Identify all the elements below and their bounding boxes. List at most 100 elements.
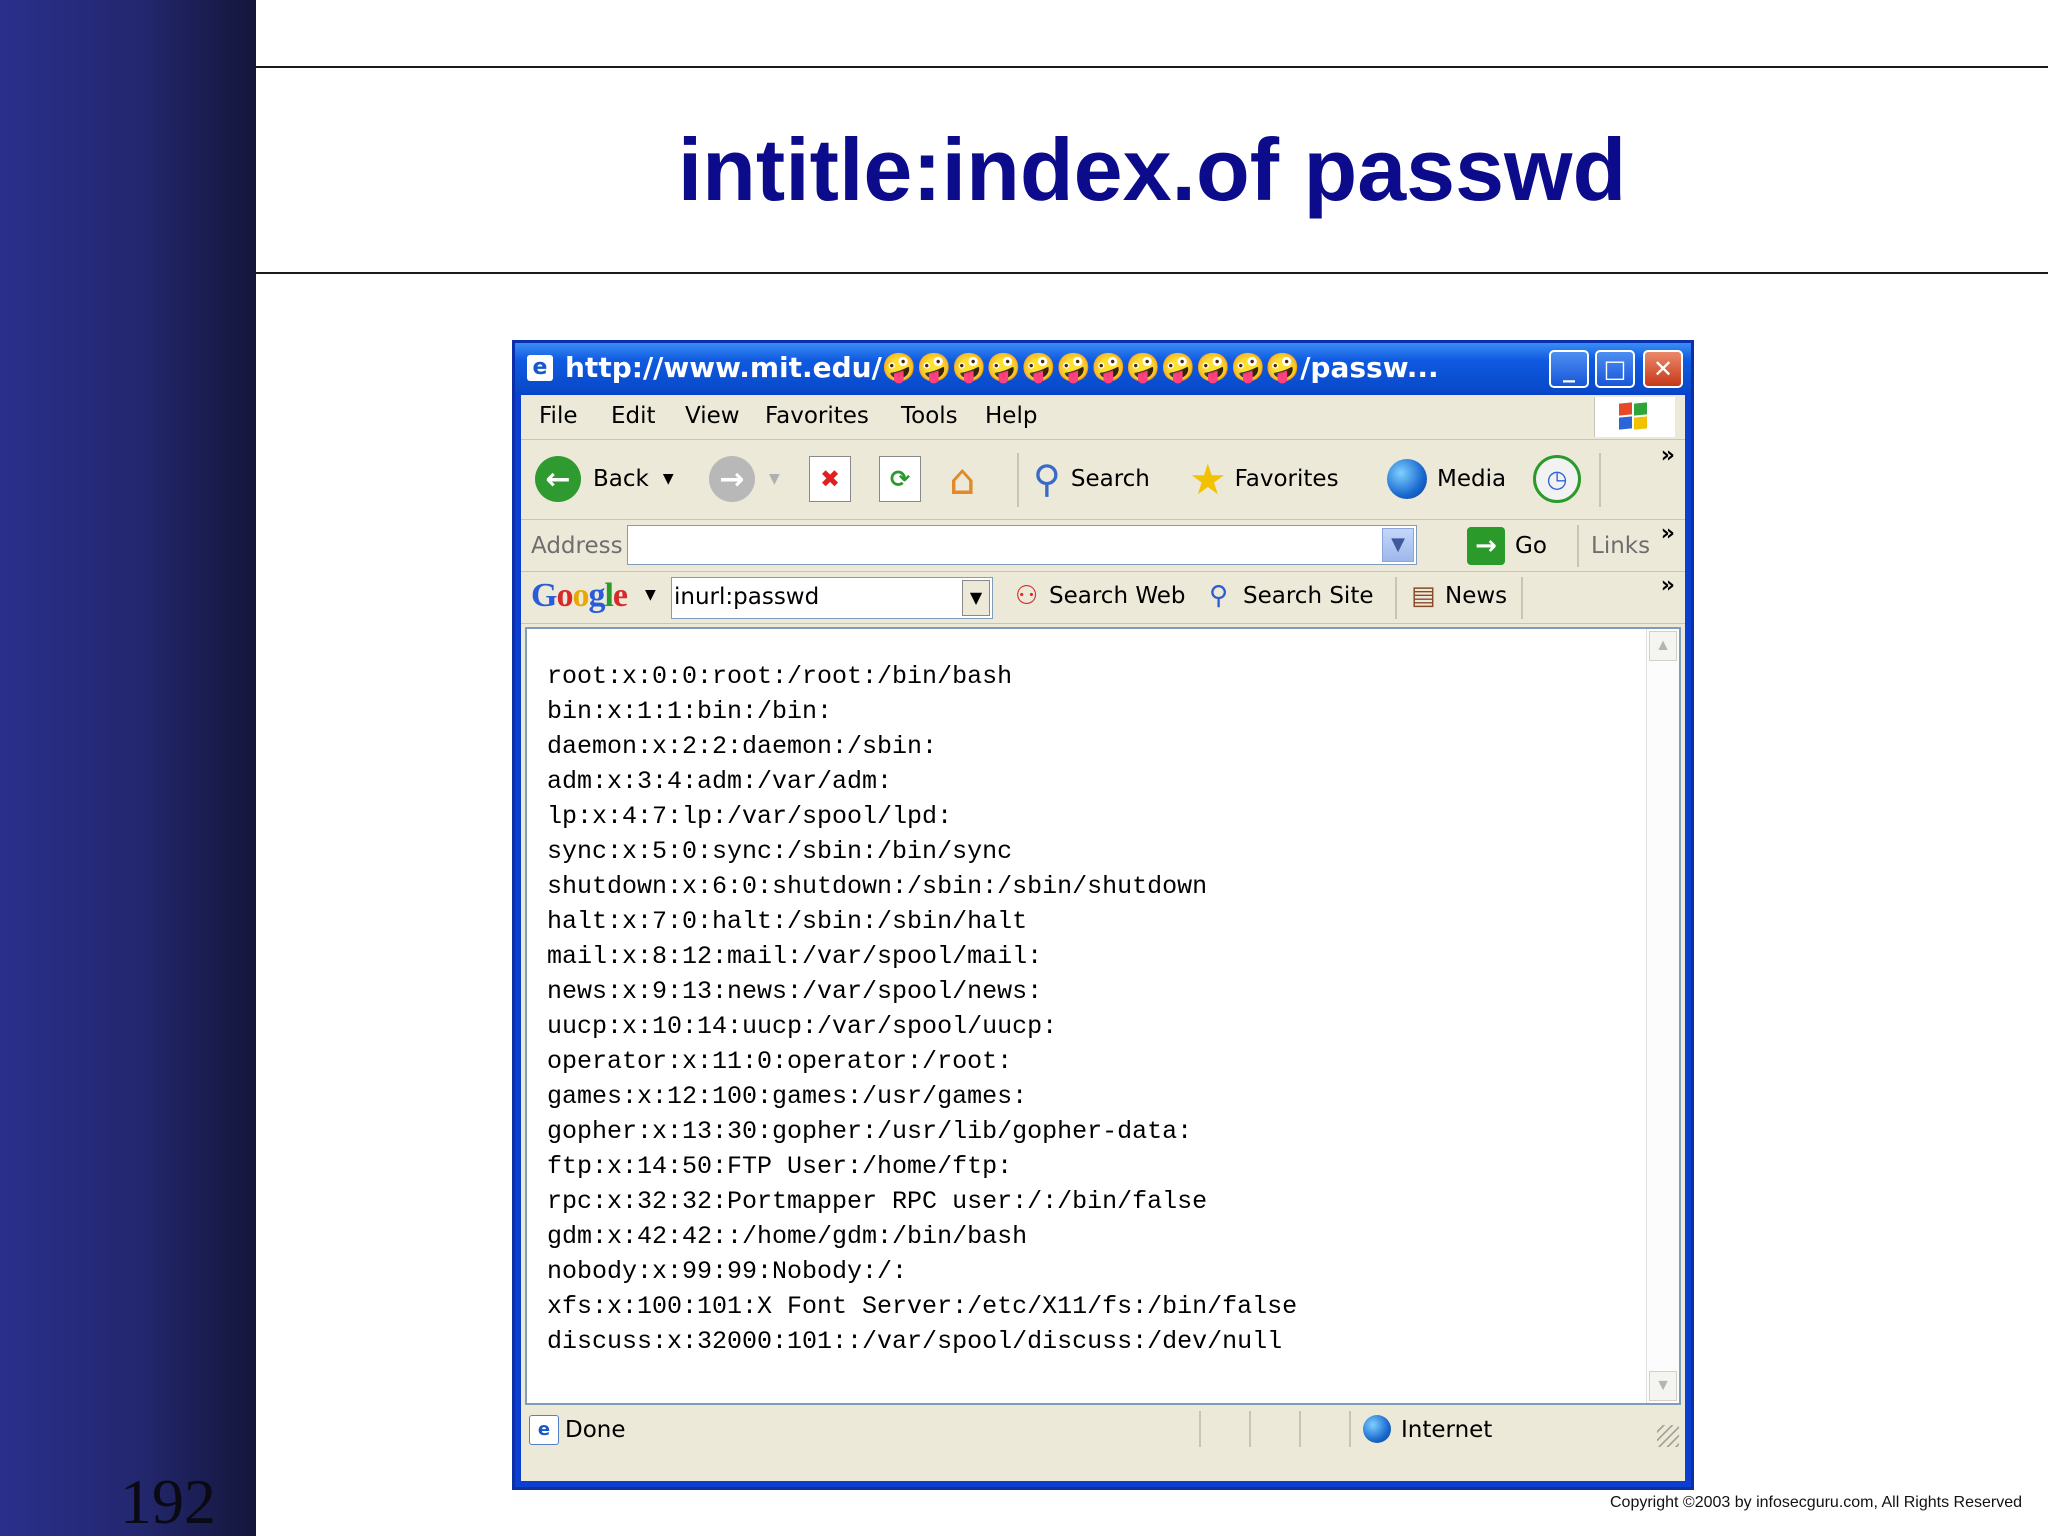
maximize-button[interactable]: □ <box>1595 350 1635 388</box>
toolbar-separator <box>1017 453 1019 507</box>
passwd-line: root:x:0:0:root:/root:/bin/bash <box>547 662 1013 691</box>
passwd-line: daemon:x:2:2:daemon:/sbin: <box>547 732 938 761</box>
page-content: root:x:0:0:root:/root:/bin/bash bin:x:1:1… <box>525 627 1681 1405</box>
passwd-line: discuss:x:32000:101::/var/spool/discuss:… <box>547 1327 1283 1356</box>
address-dropdown-icon[interactable]: ▼ <box>1382 528 1414 562</box>
back-button[interactable]: ← Back ▼ <box>535 451 674 507</box>
google-query-dropdown-icon[interactable]: ▼ <box>962 580 990 616</box>
google-search-input[interactable]: ▼ <box>671 577 993 619</box>
browser-window: e http://www.mit.edu/🤪🤪🤪🤪🤪🤪🤪🤪🤪🤪🤪🤪/passw.… <box>512 340 1694 1490</box>
home-icon: ⌂ <box>949 454 976 504</box>
go-button[interactable]: Go <box>1515 533 1547 559</box>
title-rule-bottom <box>256 272 2048 274</box>
scroll-down-icon[interactable]: ▼ <box>1649 1371 1677 1401</box>
toolbar-more-chevron[interactable]: » <box>1661 443 1675 468</box>
title-rule-top <box>256 66 2048 68</box>
media-button[interactable]: Media <box>1387 451 1506 507</box>
window-title: http://www.mit.edu/🤪🤪🤪🤪🤪🤪🤪🤪🤪🤪🤪🤪/passw... <box>565 351 1439 384</box>
forward-dropdown-icon[interactable]: ▼ <box>769 471 780 487</box>
forward-button[interactable]: → ▼ <box>709 451 780 507</box>
passwd-line: halt:x:7:0:halt:/sbin:/sbin/halt <box>547 907 1028 936</box>
windows-logo <box>1594 397 1675 437</box>
go-arrow-icon[interactable]: → <box>1467 527 1505 565</box>
passwd-line: nobody:x:99:99:Nobody:/: <box>547 1257 908 1286</box>
search-button[interactable]: ⚲ Search <box>1033 451 1150 507</box>
internet-zone-icon <box>1363 1415 1391 1443</box>
back-dropdown-icon[interactable]: ▼ <box>663 471 674 487</box>
security-zone-label: Internet <box>1401 1417 1493 1443</box>
window-titlebar[interactable]: e http://www.mit.edu/🤪🤪🤪🤪🤪🤪🤪🤪🤪🤪🤪🤪/passw.… <box>515 343 1691 393</box>
windows-flag-icon <box>1619 402 1649 431</box>
news-button[interactable]: ▤ News <box>1411 581 1507 611</box>
passwd-line: gopher:x:13:30:gopher:/usr/lib/gopher-da… <box>547 1117 1193 1146</box>
search-site-button[interactable]: ⚲ Search Site <box>1209 581 1374 611</box>
google-query-field[interactable] <box>674 584 944 610</box>
media-label: Media <box>1437 466 1507 492</box>
menu-view[interactable]: View <box>685 403 740 429</box>
close-button[interactable]: ✕ <box>1643 350 1683 388</box>
menu-help[interactable]: Help <box>985 403 1037 429</box>
refresh-button[interactable]: ⟳ <box>879 451 921 507</box>
passwd-line: gdm:x:42:42::/home/gdm:/bin/bash <box>547 1222 1028 1251</box>
address-separator <box>1577 525 1579 567</box>
resize-grip[interactable] <box>1657 1425 1679 1447</box>
passwd-line: adm:x:3:4:adm:/var/adm: <box>547 767 893 796</box>
google-more-chevron[interactable]: » <box>1661 573 1675 598</box>
back-label: Back <box>593 466 649 492</box>
menu-favorites[interactable]: Favorites <box>765 403 869 429</box>
browser-client: File Edit View Favorites Tools Help ← Ba… <box>521 395 1685 1481</box>
passwd-line: bin:x:1:1:bin:/bin: <box>547 697 833 726</box>
status-bar: e Done Internet <box>521 1407 1685 1451</box>
passwd-line: xfs:x:100:101:X Font Server:/etc/X11/fs:… <box>547 1292 1298 1321</box>
status-separator <box>1299 1411 1301 1447</box>
google-toolbar: Google ▼ ▼ ⚇ Search Web ⚲ Search Site ▤ … <box>521 573 1685 624</box>
passwd-line: news:x:9:13:news:/var/spool/news: <box>547 977 1043 1006</box>
slide-number: 192 <box>120 1466 216 1537</box>
history-button[interactable]: ◷ <box>1533 451 1581 507</box>
menu-tools[interactable]: Tools <box>901 403 958 429</box>
search-web-button[interactable]: ⚇ Search Web <box>1015 581 1185 611</box>
toolbar-separator <box>1599 453 1601 507</box>
vertical-scrollbar[interactable]: ▲ ▼ <box>1646 629 1679 1403</box>
links-label[interactable]: Links <box>1591 533 1650 559</box>
copyright-notice: Copyright ©2003 by infosecguru.com, All … <box>1610 1494 2022 1511</box>
address-bar: Address ▼ → Go Links » <box>521 521 1685 572</box>
passwd-line: operator:x:11:0:operator:/root: <box>547 1047 1013 1076</box>
menu-file[interactable]: File <box>539 403 578 429</box>
favorites-button[interactable]: ★ Favorites <box>1189 451 1339 507</box>
stop-button[interactable]: ✖ <box>809 451 851 507</box>
forward-arrow-icon: → <box>709 456 755 502</box>
passwd-file-text: root:x:0:0:root:/root:/bin/bash bin:x:1:1… <box>547 659 1297 1359</box>
slide-title: intitle:index.of passwd <box>677 120 1627 219</box>
search-label: Search <box>1070 466 1150 492</box>
passwd-line: mail:x:8:12:mail:/var/spool/mail: <box>547 942 1043 971</box>
passwd-line: rpc:x:32:32:Portmapper RPC user:/:/bin/f… <box>547 1187 1208 1216</box>
home-button[interactable]: ⌂ <box>949 451 976 507</box>
back-arrow-icon: ← <box>535 456 581 502</box>
passwd-line: shutdown:x:6:0:shutdown:/sbin:/sbin/shut… <box>547 872 1208 901</box>
menu-edit[interactable]: Edit <box>611 403 656 429</box>
search-magnifier-icon: ⚲ <box>1033 457 1061 501</box>
slide-sidebar <box>0 0 256 1536</box>
google-menu-dropdown-icon[interactable]: ▼ <box>645 587 656 603</box>
history-clock-icon: ◷ <box>1533 455 1581 503</box>
newspaper-icon: ▤ <box>1411 581 1436 611</box>
media-globe-icon <box>1387 459 1427 499</box>
scroll-up-icon[interactable]: ▲ <box>1649 631 1677 661</box>
address-label: Address <box>531 533 623 559</box>
passwd-line: sync:x:5:0:sync:/sbin:/bin/sync <box>547 837 1013 866</box>
google-logo[interactable]: Google <box>531 577 628 615</box>
google-separator <box>1395 577 1397 619</box>
status-separator <box>1349 1411 1351 1447</box>
address-input[interactable]: ▼ <box>627 525 1417 565</box>
menu-bar: File Edit View Favorites Tools Help <box>521 395 1685 440</box>
stop-icon: ✖ <box>809 456 851 502</box>
search-site-label: Search Site <box>1243 583 1374 609</box>
passwd-line: ftp:x:14:50:FTP User:/home/ftp: <box>547 1152 1013 1181</box>
favorites-label: Favorites <box>1234 466 1339 492</box>
news-label: News <box>1445 583 1508 609</box>
favorites-star-icon: ★ <box>1189 454 1227 504</box>
google-separator <box>1521 577 1523 619</box>
links-more-chevron[interactable]: » <box>1661 521 1675 546</box>
minimize-button[interactable]: _ <box>1549 350 1589 388</box>
